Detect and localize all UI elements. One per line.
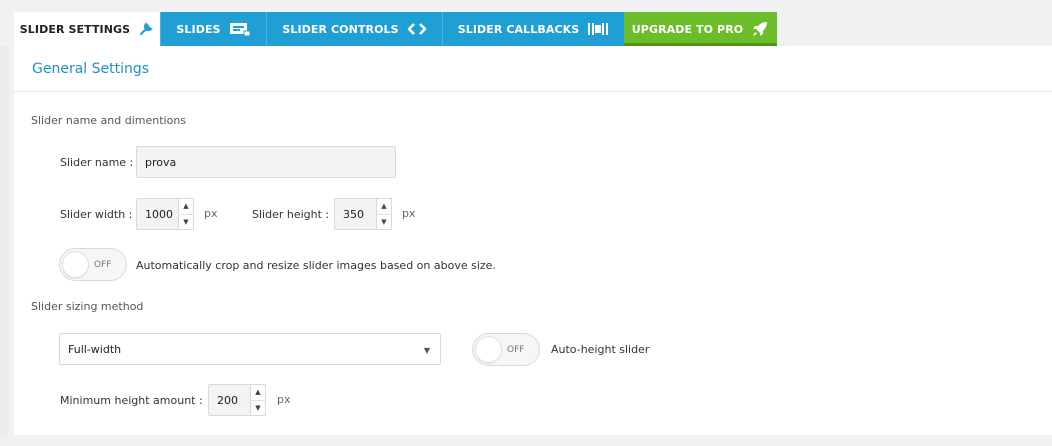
increment-arrow-icon[interactable]: ▲ xyxy=(377,199,391,214)
panel-header: General Settings xyxy=(14,46,1052,92)
sizing-method-select[interactable]: Full-width ▼ xyxy=(59,333,441,365)
stepper-arrows: ▲ ▼ xyxy=(250,384,266,416)
slider-width-value[interactable]: 1000 xyxy=(136,198,178,230)
slider-height-label: Slider height : xyxy=(252,208,330,221)
panel-title: General Settings xyxy=(32,60,150,77)
tab-label: SLIDER CONTROLS xyxy=(282,22,399,36)
increment-arrow-icon[interactable]: ▲ xyxy=(179,199,193,214)
slider-height-value[interactable]: 350 xyxy=(334,198,376,230)
slider-width-stepper[interactable]: 1000 ▲ ▼ xyxy=(136,198,194,230)
min-height-label: Minimum height amount : xyxy=(60,394,203,407)
toggle-state: OFF xyxy=(507,344,525,355)
toggle-knob xyxy=(475,336,502,363)
increment-arrow-icon[interactable]: ▲ xyxy=(251,385,265,400)
slider-name-label: Slider name : xyxy=(60,156,134,169)
decrement-arrow-icon[interactable]: ▼ xyxy=(377,213,391,230)
tab-slider-settings[interactable]: SLIDER SETTINGS xyxy=(14,12,160,46)
crop-toggle[interactable]: OFF xyxy=(59,248,127,281)
crop-label: Automatically crop and resize slider ima… xyxy=(136,259,496,272)
wrench-icon xyxy=(138,21,154,37)
min-height-value[interactable]: 200 xyxy=(208,384,250,416)
tab-slider-callbacks[interactable]: SLIDER CALLBACKS xyxy=(442,12,624,46)
slider-name-input[interactable]: prova xyxy=(136,146,396,178)
section-label-sizing: Slider sizing method xyxy=(31,300,144,313)
settings-panel: General Settings Slider name and dimenti… xyxy=(14,46,1052,435)
arrows-icon xyxy=(407,22,427,36)
tab-slides[interactable]: SLIDES xyxy=(160,12,266,46)
tab-bar: SLIDER SETTINGS SLIDES SLIDER CONTROLS S… xyxy=(14,12,777,46)
tab-slider-controls[interactable]: SLIDER CONTROLS xyxy=(266,12,442,46)
tab-label: SLIDES xyxy=(176,22,221,36)
unit-label: px xyxy=(277,393,291,406)
callbacks-icon xyxy=(587,22,609,36)
toggle-knob xyxy=(62,251,89,278)
tab-label: SLIDER CALLBACKS xyxy=(457,22,580,36)
slides-icon xyxy=(229,22,251,37)
app-window: SLIDER SETTINGS SLIDES SLIDER CONTROLS S… xyxy=(0,0,1052,446)
chevron-down-icon: ▼ xyxy=(423,346,430,355)
sizing-method-value: Full-width xyxy=(68,342,122,356)
slider-width-label: Slider width : xyxy=(60,208,133,221)
unit-label: px xyxy=(402,207,416,220)
decrement-arrow-icon[interactable]: ▼ xyxy=(251,399,265,416)
auto-height-label: Auto-height slider xyxy=(551,343,650,356)
stepper-arrows: ▲ ▼ xyxy=(376,198,392,230)
section-label-dimensions: Slider name and dimentions xyxy=(31,114,187,127)
tab-upgrade-to-pro[interactable]: UPGRADE TO PRO xyxy=(624,12,777,46)
tab-label: UPGRADE TO PRO xyxy=(631,22,744,36)
unit-label: px xyxy=(204,207,218,220)
rocket-icon xyxy=(751,20,769,38)
auto-height-toggle[interactable]: OFF xyxy=(472,333,540,366)
toggle-state: OFF xyxy=(94,259,112,270)
left-edge xyxy=(0,46,9,435)
stepper-arrows: ▲ ▼ xyxy=(178,198,194,230)
slider-height-stepper[interactable]: 350 ▲ ▼ xyxy=(334,198,392,230)
min-height-stepper[interactable]: 200 ▲ ▼ xyxy=(208,384,266,416)
decrement-arrow-icon[interactable]: ▼ xyxy=(179,213,193,230)
tab-label: SLIDER SETTINGS xyxy=(19,22,131,36)
